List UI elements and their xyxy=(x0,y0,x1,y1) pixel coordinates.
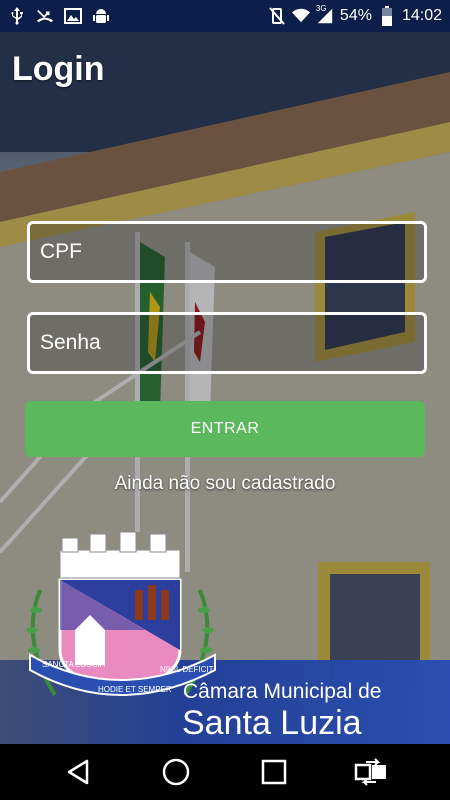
crest-ribbon-right: NIHIL DÉFICIT xyxy=(160,665,214,674)
android-debug-icon xyxy=(92,7,110,25)
crest-ribbon-center: HODIE ET SEMPER xyxy=(98,685,172,694)
page-title: Login xyxy=(12,50,105,88)
screen-share-icon[interactable] xyxy=(351,752,391,792)
navigation-bar xyxy=(0,744,450,800)
back-icon[interactable] xyxy=(59,752,99,792)
status-left xyxy=(8,7,110,25)
image-icon xyxy=(64,7,82,25)
mute-icon xyxy=(268,7,286,25)
register-link[interactable]: Ainda não sou cadastrado xyxy=(0,473,450,495)
signal-icon: 3G xyxy=(315,4,334,25)
wifi-icon xyxy=(291,7,310,25)
status-bar: 3G 54% 14:02 xyxy=(0,0,450,32)
usb-icon xyxy=(8,7,26,25)
status-right: 3G 54% 14:02 xyxy=(268,4,442,26)
brand-subtitle: Câmara Municipal de xyxy=(183,680,382,703)
battery-icon xyxy=(378,6,396,26)
network-type-label: 3G xyxy=(315,4,327,13)
brand-title: Santa Luzia xyxy=(182,704,362,742)
clock: 14:02 xyxy=(401,7,442,24)
home-icon[interactable] xyxy=(156,752,196,792)
recents-icon[interactable] xyxy=(254,752,294,792)
crest-ribbon-left: SANCTA LUCCIA xyxy=(42,660,106,669)
login-button[interactable]: ENTRAR xyxy=(25,401,425,457)
battery-percent: 54% xyxy=(339,7,372,24)
password-field[interactable] xyxy=(27,312,427,374)
missed-call-icon xyxy=(36,7,54,25)
cpf-field[interactable] xyxy=(27,221,427,283)
cpf-input[interactable] xyxy=(40,240,424,264)
password-input[interactable] xyxy=(40,331,424,355)
